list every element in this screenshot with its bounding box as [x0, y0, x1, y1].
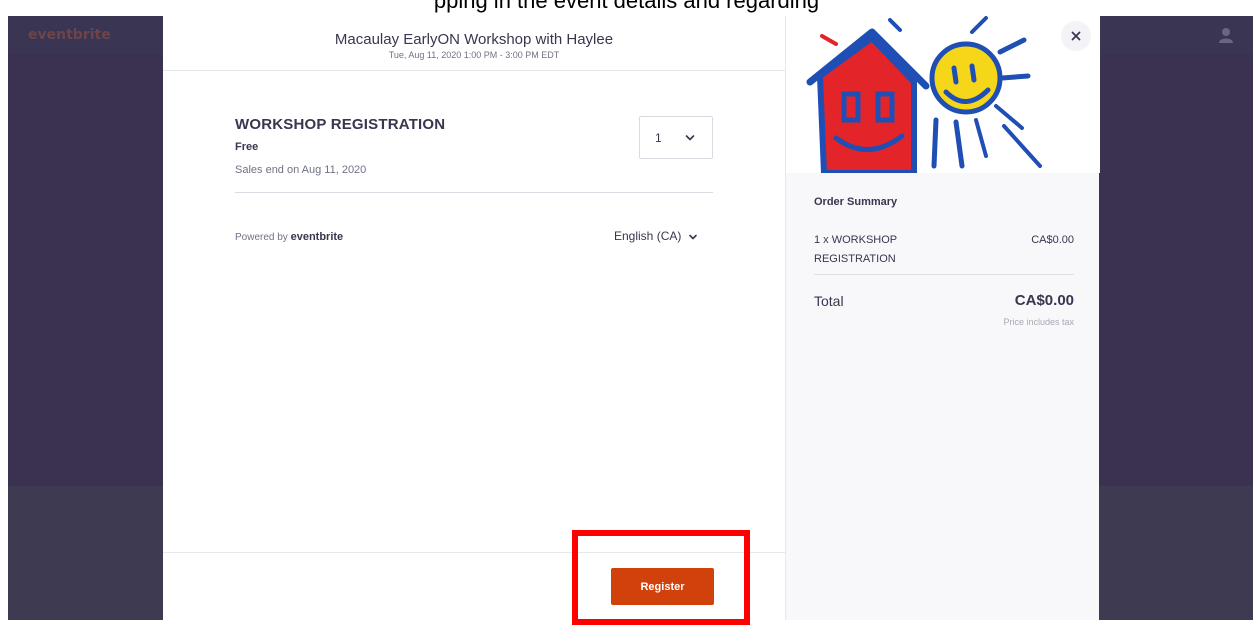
modal-footer: Register — [163, 552, 785, 620]
tax-note: Price includes tax — [1003, 317, 1074, 327]
background-logo: eventbrite — [28, 27, 111, 43]
ticket-name: WORKSHOP REGISTRATION — [235, 116, 446, 133]
order-summary-title: Order Summary — [814, 196, 898, 208]
event-image — [786, 16, 1100, 173]
total-label: Total — [814, 293, 844, 309]
language-select[interactable]: English (CA) — [614, 229, 698, 247]
chevron-down-icon — [688, 234, 697, 240]
chevron-down-icon — [685, 135, 695, 141]
event-artwork — [786, 16, 1100, 173]
ticket-panel: Macaulay EarlyON Workshop with Haylee Tu… — [163, 16, 785, 620]
checkout-modal: Macaulay EarlyON Workshop with Haylee Tu… — [163, 16, 1100, 620]
ticket-sales-end: Sales end on Aug 11, 2020 — [235, 164, 367, 176]
powered-by-prefix: Powered by — [235, 232, 288, 243]
register-button[interactable]: Register — [611, 568, 714, 605]
order-line-item: 1 x WORKSHOP REGISTRATION CA$0.00 — [814, 231, 1074, 275]
line-item-name: 1 x WORKSHOP REGISTRATION — [814, 234, 897, 265]
order-summary-panel: Order Summary 1 x WORKSHOP REGISTRATION … — [785, 16, 1100, 620]
close-icon — [1071, 31, 1081, 41]
ticket-row: WORKSHOP REGISTRATION Free Sales end on … — [235, 116, 713, 193]
line-item-price: CA$0.00 — [1031, 234, 1074, 246]
quantity-select[interactable]: 1 — [639, 116, 713, 159]
close-button[interactable] — [1061, 21, 1091, 51]
quantity-value: 1 — [655, 131, 662, 145]
event-title: Macaulay EarlyON Workshop with Haylee — [334, 31, 614, 48]
eventbrite-logo: eventbrite — [290, 231, 344, 243]
order-total: Total CA$0.00 Price includes tax — [814, 292, 1074, 343]
language-value: English (CA) — [614, 229, 682, 243]
powered-by: Powered by eventbrite — [235, 231, 343, 243]
event-date: Tue, Aug 11, 2020 1:00 PM - 3:00 PM EDT — [388, 50, 560, 60]
event-header: Macaulay EarlyON Workshop with Haylee Tu… — [163, 16, 785, 71]
order-summary: Order Summary 1 x WORKSHOP REGISTRATION … — [814, 196, 1074, 343]
ticket-price: Free — [235, 141, 259, 153]
user-icon — [1219, 28, 1233, 43]
total-value: CA$0.00 — [1014, 292, 1074, 309]
caption-text: pping in the event details and regarding — [433, 0, 820, 13]
